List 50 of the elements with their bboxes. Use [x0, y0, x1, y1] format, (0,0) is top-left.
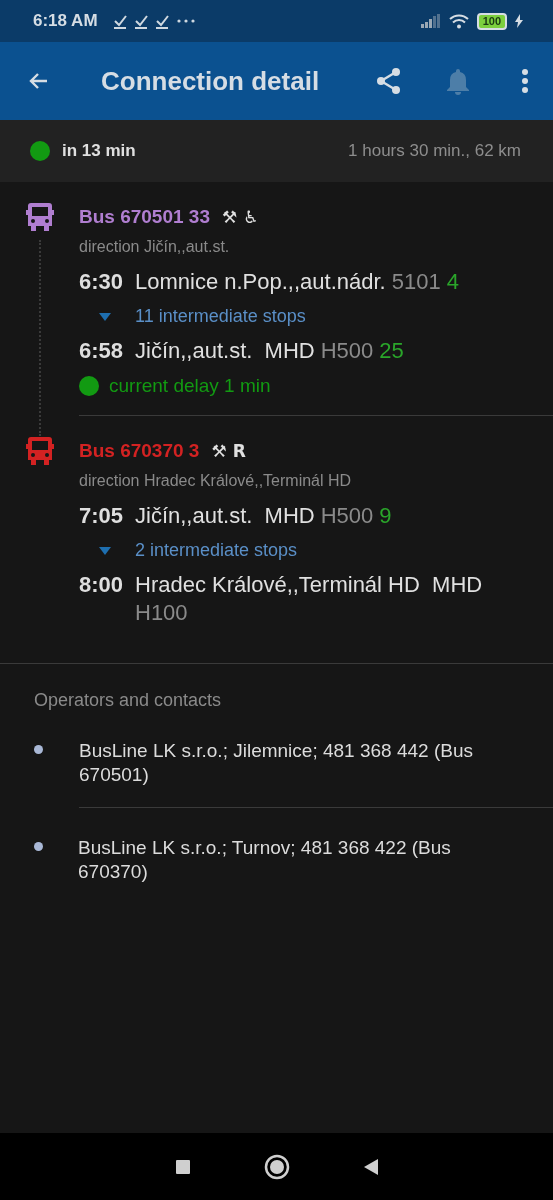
direction-text: direction Hradec Králové,,Terminál HD	[79, 472, 353, 490]
expand-triangle-icon	[99, 546, 111, 555]
more-notifications-icon	[176, 19, 195, 23]
back-icon[interactable]	[362, 1157, 379, 1176]
feature-symbol: R	[232, 441, 246, 461]
stop-name: Hradec Králové,,Terminál HD MHD	[135, 571, 483, 599]
stop-code: 5101	[391, 268, 441, 296]
stop-code: H100	[135, 599, 188, 627]
stop-code: H500	[320, 502, 374, 530]
platform-number: 25	[379, 337, 404, 365]
expand-triangle-icon	[99, 312, 111, 321]
platform-number: 9	[379, 502, 392, 530]
stop-name: Jičín,,aut.st. MHD	[135, 337, 315, 365]
operator-contact: BusLine LK s.r.o.; Jilemnice; 481 368 442 (Bus 670501)	[79, 739, 474, 787]
feature-symbol: ⚒	[222, 207, 238, 227]
recents-icon[interactable]	[174, 1158, 191, 1175]
operator-contact: BusLine LK s.r.o.; Turnov; 481 368 422 (Bus 670370)	[78, 836, 452, 884]
stop-time: 8:00	[79, 571, 125, 599]
task-done-icon	[113, 13, 127, 29]
wifi-icon	[448, 13, 469, 29]
section-heading: Operators and contacts	[34, 690, 223, 711]
task-done-icon	[134, 13, 148, 29]
direction-text: direction Jičín,,aut.st.	[79, 238, 231, 256]
feature-symbol: ♿	[243, 207, 259, 227]
stop-time: 7:05	[79, 502, 125, 530]
screen-title: Connection detail	[101, 65, 321, 97]
stop-time: 6:30	[79, 268, 125, 296]
bus-line-title[interactable]: Bus 670501 33	[79, 206, 210, 228]
more-options-icon[interactable]	[521, 68, 529, 94]
bullet-icon	[34, 745, 43, 754]
departure-time: in 13 min	[62, 141, 136, 161]
delay-text: current delay 1 min	[109, 375, 271, 397]
stop-code: H500	[320, 337, 374, 365]
task-done-icon	[155, 13, 169, 29]
trip-duration: 1 hours 30 min., 62 km	[348, 141, 521, 161]
intermediate-stops-toggle[interactable]: 2 intermediate stops	[99, 540, 298, 561]
stop-time: 6:58	[79, 337, 125, 365]
battery-level: 100	[476, 12, 507, 30]
home-icon[interactable]	[263, 1153, 290, 1180]
feature-symbol: ⚒	[211, 441, 227, 461]
bullet-icon	[34, 842, 43, 851]
charging-icon	[515, 14, 523, 28]
stop-name: Lomnice n.Pop.,,aut.nádr.	[135, 268, 386, 296]
signal-icon	[420, 14, 441, 28]
share-icon[interactable]	[375, 67, 403, 95]
bus-line-title[interactable]: Bus 670370 3	[79, 440, 200, 462]
platform-number: 4	[446, 268, 459, 296]
intermediate-stops-toggle[interactable]: 11 intermediate stops	[99, 306, 306, 327]
status-time: 6:18 AM	[33, 11, 98, 31]
stop-name: Jičín,,aut.st. MHD	[135, 502, 315, 530]
